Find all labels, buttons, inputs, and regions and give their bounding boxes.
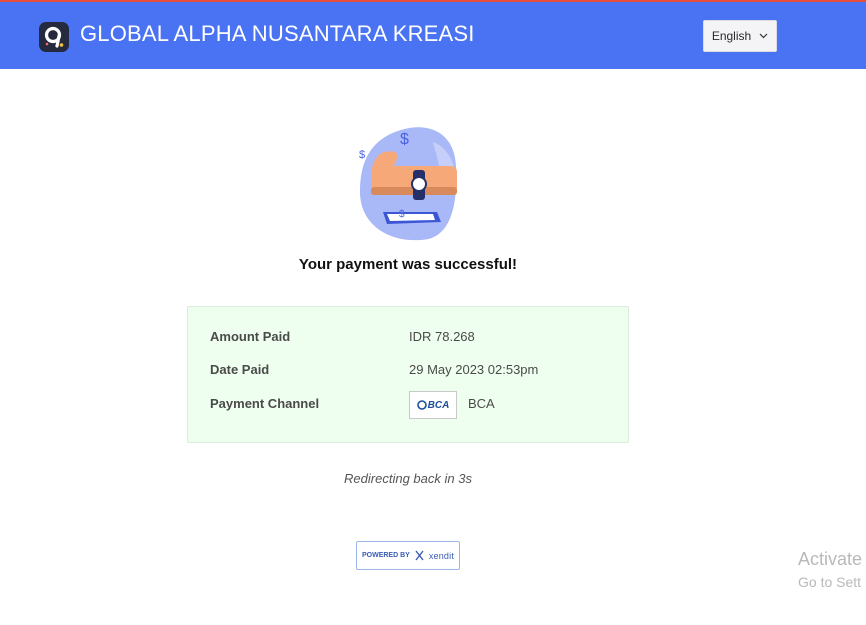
xendit-label: xendit bbox=[428, 550, 455, 561]
payment-channel-label: Payment Channel bbox=[210, 396, 320, 411]
amount-paid-value: IDR 78.268 bbox=[409, 329, 475, 344]
brand-logo-icon bbox=[39, 22, 69, 52]
amount-paid-label: Amount Paid bbox=[210, 329, 291, 344]
payment-details-card: Amount Paid IDR 78.268 Date Paid 29 May … bbox=[187, 306, 629, 443]
svg-text:$: $ bbox=[400, 131, 409, 148]
language-label: English bbox=[711, 29, 752, 43]
date-paid-value: 29 May 2023 02:53pm bbox=[409, 362, 539, 377]
svg-text:$: $ bbox=[399, 209, 405, 220]
bca-logo-text: BCA bbox=[427, 399, 450, 411]
svg-text:$: $ bbox=[359, 149, 365, 161]
header-bar: GLOBAL ALPHA NUSANTARA KREASI English bbox=[0, 2, 866, 69]
payment-success-illustration: $ $ $ bbox=[355, 122, 465, 246]
xendit-icon bbox=[415, 550, 424, 561]
chevron-down-icon bbox=[759, 33, 768, 39]
success-message: Your payment was successful! bbox=[298, 256, 518, 273]
payment-channel-value: BCA bbox=[468, 396, 495, 411]
activation-watermark-subtitle: Go to Sett bbox=[798, 574, 862, 590]
redirect-countdown: Redirecting back in 3s bbox=[344, 471, 472, 486]
language-selector[interactable]: English bbox=[703, 20, 777, 52]
activation-watermark-title: Activate bbox=[798, 549, 863, 569]
bca-logo-icon: BCA bbox=[409, 391, 457, 419]
powered-by-xendit-badge[interactable]: POWERED BY xendit bbox=[356, 541, 460, 570]
brand-name: GLOBAL ALPHA NUSANTARA KREASI bbox=[80, 21, 475, 46]
date-paid-label: Date Paid bbox=[210, 362, 270, 377]
powered-by-label: POWERED BY bbox=[361, 552, 410, 559]
